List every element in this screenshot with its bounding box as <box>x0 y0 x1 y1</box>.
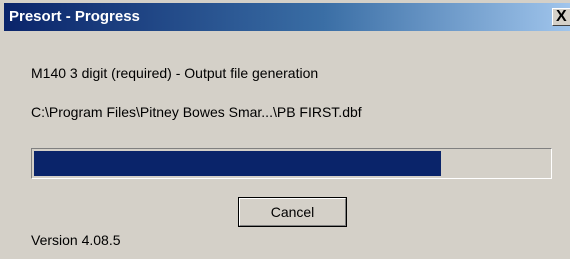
close-button[interactable]: X <box>552 8 570 26</box>
file-path-text: C:\Program Files\Pitney Bowes Smar...\PB… <box>31 104 362 120</box>
title-bar: Presort - Progress X <box>4 3 570 31</box>
progress-bar-fill <box>34 151 441 176</box>
presort-progress-dialog: Presort - Progress X M140 3 digit (requi… <box>0 0 570 259</box>
close-icon: X <box>556 8 567 25</box>
operation-status-text: M140 3 digit (required) - Output file ge… <box>31 65 319 81</box>
progress-bar <box>31 148 552 179</box>
version-text: Version 4.08.5 <box>31 232 121 248</box>
cancel-button[interactable]: Cancel <box>238 197 347 227</box>
cancel-button-label: Cancel <box>239 198 346 226</box>
window-title: Presort - Progress <box>9 8 140 25</box>
